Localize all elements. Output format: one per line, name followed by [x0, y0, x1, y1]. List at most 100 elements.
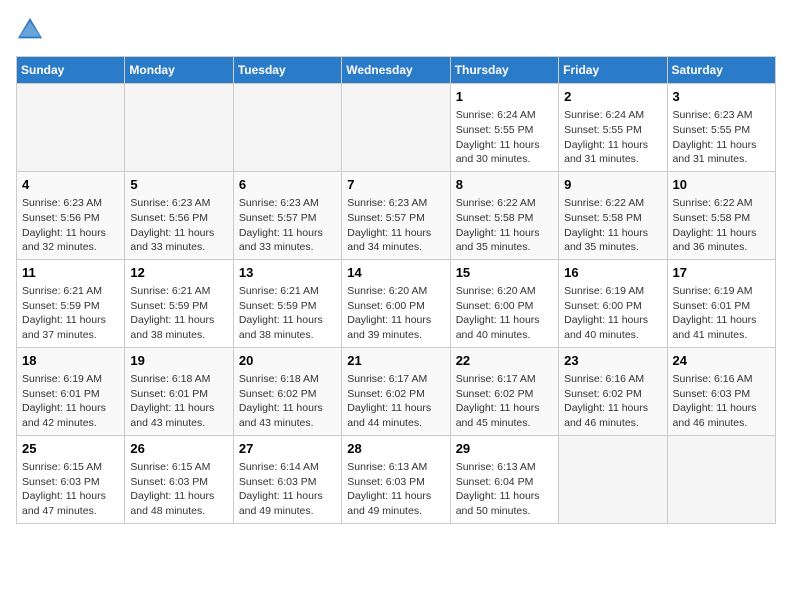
day-info: Sunrise: 6:19 AM Sunset: 6:01 PM Dayligh…	[673, 284, 770, 343]
day-info: Sunrise: 6:21 AM Sunset: 5:59 PM Dayligh…	[239, 284, 336, 343]
calendar-cell	[233, 84, 341, 172]
day-info: Sunrise: 6:22 AM Sunset: 5:58 PM Dayligh…	[564, 196, 661, 255]
weekday-header-saturday: Saturday	[667, 57, 775, 84]
weekday-header-thursday: Thursday	[450, 57, 558, 84]
day-info: Sunrise: 6:24 AM Sunset: 5:55 PM Dayligh…	[564, 108, 661, 167]
day-info: Sunrise: 6:22 AM Sunset: 5:58 PM Dayligh…	[456, 196, 553, 255]
day-number: 17	[673, 264, 770, 282]
calendar-cell: 27 Sunrise: 6:14 AM Sunset: 6:03 PM Dayli…	[233, 435, 341, 523]
calendar-cell: 6 Sunrise: 6:23 AM Sunset: 5:57 PM Daylig…	[233, 171, 341, 259]
day-info: Sunrise: 6:15 AM Sunset: 6:03 PM Dayligh…	[22, 460, 119, 519]
calendar-cell	[125, 84, 233, 172]
weekday-header-friday: Friday	[559, 57, 667, 84]
day-number: 14	[347, 264, 444, 282]
day-info: Sunrise: 6:18 AM Sunset: 6:02 PM Dayligh…	[239, 372, 336, 431]
calendar-cell: 19 Sunrise: 6:18 AM Sunset: 6:01 PM Dayli…	[125, 347, 233, 435]
day-number: 9	[564, 176, 661, 194]
day-info: Sunrise: 6:14 AM Sunset: 6:03 PM Dayligh…	[239, 460, 336, 519]
calendar-cell: 18 Sunrise: 6:19 AM Sunset: 6:01 PM Dayli…	[17, 347, 125, 435]
calendar-cell	[17, 84, 125, 172]
calendar-cell: 15 Sunrise: 6:20 AM Sunset: 6:00 PM Dayli…	[450, 259, 558, 347]
day-info: Sunrise: 6:13 AM Sunset: 6:04 PM Dayligh…	[456, 460, 553, 519]
calendar-cell: 13 Sunrise: 6:21 AM Sunset: 5:59 PM Dayli…	[233, 259, 341, 347]
day-number: 24	[673, 352, 770, 370]
calendar-cell: 20 Sunrise: 6:18 AM Sunset: 6:02 PM Dayli…	[233, 347, 341, 435]
calendar-cell: 7 Sunrise: 6:23 AM Sunset: 5:57 PM Daylig…	[342, 171, 450, 259]
day-info: Sunrise: 6:22 AM Sunset: 5:58 PM Dayligh…	[673, 196, 770, 255]
calendar-cell: 17 Sunrise: 6:19 AM Sunset: 6:01 PM Dayli…	[667, 259, 775, 347]
day-number: 20	[239, 352, 336, 370]
calendar-row: 4 Sunrise: 6:23 AM Sunset: 5:56 PM Daylig…	[17, 171, 776, 259]
calendar-cell: 8 Sunrise: 6:22 AM Sunset: 5:58 PM Daylig…	[450, 171, 558, 259]
calendar-cell: 4 Sunrise: 6:23 AM Sunset: 5:56 PM Daylig…	[17, 171, 125, 259]
day-number: 26	[130, 440, 227, 458]
weekday-header-monday: Monday	[125, 57, 233, 84]
day-number: 3	[673, 88, 770, 106]
day-number: 4	[22, 176, 119, 194]
calendar-cell: 12 Sunrise: 6:21 AM Sunset: 5:59 PM Dayli…	[125, 259, 233, 347]
day-info: Sunrise: 6:21 AM Sunset: 5:59 PM Dayligh…	[22, 284, 119, 343]
weekday-header-row: SundayMondayTuesdayWednesdayThursdayFrid…	[17, 57, 776, 84]
day-number: 13	[239, 264, 336, 282]
calendar-row: 18 Sunrise: 6:19 AM Sunset: 6:01 PM Dayli…	[17, 347, 776, 435]
logo-icon	[16, 16, 44, 44]
day-number: 11	[22, 264, 119, 282]
calendar-cell: 22Sunrise: 6:17 AM Sunset: 6:02 PM Dayli…	[450, 347, 558, 435]
calendar-row: 25Sunrise: 6:15 AM Sunset: 6:03 PM Dayli…	[17, 435, 776, 523]
day-info: Sunrise: 6:21 AM Sunset: 5:59 PM Dayligh…	[130, 284, 227, 343]
day-number: 18	[22, 352, 119, 370]
calendar-cell: 1Sunrise: 6:24 AM Sunset: 5:55 PM Daylig…	[450, 84, 558, 172]
calendar-cell: 2 Sunrise: 6:24 AM Sunset: 5:55 PM Daylig…	[559, 84, 667, 172]
day-number: 8	[456, 176, 553, 194]
day-number: 23	[564, 352, 661, 370]
calendar-cell: 23 Sunrise: 6:16 AM Sunset: 6:02 PM Dayli…	[559, 347, 667, 435]
day-number: 7	[347, 176, 444, 194]
day-info: Sunrise: 6:16 AM Sunset: 6:03 PM Dayligh…	[673, 372, 770, 431]
logo	[16, 16, 48, 44]
day-number: 6	[239, 176, 336, 194]
day-info: Sunrise: 6:20 AM Sunset: 6:00 PM Dayligh…	[456, 284, 553, 343]
calendar-cell: 14 Sunrise: 6:20 AM Sunset: 6:00 PM Dayli…	[342, 259, 450, 347]
day-info: Sunrise: 6:17 AM Sunset: 6:02 PM Dayligh…	[347, 372, 444, 431]
calendar-cell	[559, 435, 667, 523]
calendar-cell: 29 Sunrise: 6:13 AM Sunset: 6:04 PM Dayli…	[450, 435, 558, 523]
day-number: 12	[130, 264, 227, 282]
calendar-cell	[342, 84, 450, 172]
calendar-cell: 26Sunrise: 6:15 AM Sunset: 6:03 PM Dayli…	[125, 435, 233, 523]
calendar-cell: 16Sunrise: 6:19 AM Sunset: 6:00 PM Dayli…	[559, 259, 667, 347]
day-info: Sunrise: 6:17 AM Sunset: 6:02 PM Dayligh…	[456, 372, 553, 431]
weekday-header-sunday: Sunday	[17, 57, 125, 84]
day-number: 5	[130, 176, 227, 194]
calendar-row: 11 Sunrise: 6:21 AM Sunset: 5:59 PM Dayli…	[17, 259, 776, 347]
day-number: 21	[347, 352, 444, 370]
calendar-row: 1Sunrise: 6:24 AM Sunset: 5:55 PM Daylig…	[17, 84, 776, 172]
calendar-cell: 10Sunrise: 6:22 AM Sunset: 5:58 PM Dayli…	[667, 171, 775, 259]
weekday-header-tuesday: Tuesday	[233, 57, 341, 84]
day-info: Sunrise: 6:23 AM Sunset: 5:56 PM Dayligh…	[22, 196, 119, 255]
day-info: Sunrise: 6:23 AM Sunset: 5:57 PM Dayligh…	[239, 196, 336, 255]
calendar-cell: 24 Sunrise: 6:16 AM Sunset: 6:03 PM Dayli…	[667, 347, 775, 435]
day-number: 19	[130, 352, 227, 370]
day-info: Sunrise: 6:19 AM Sunset: 6:01 PM Dayligh…	[22, 372, 119, 431]
calendar-cell: 21 Sunrise: 6:17 AM Sunset: 6:02 PM Dayli…	[342, 347, 450, 435]
day-number: 27	[239, 440, 336, 458]
day-info: Sunrise: 6:20 AM Sunset: 6:00 PM Dayligh…	[347, 284, 444, 343]
calendar-cell: 9 Sunrise: 6:22 AM Sunset: 5:58 PM Daylig…	[559, 171, 667, 259]
calendar-body: 1Sunrise: 6:24 AM Sunset: 5:55 PM Daylig…	[17, 84, 776, 524]
calendar-table: SundayMondayTuesdayWednesdayThursdayFrid…	[16, 56, 776, 524]
page-header	[16, 16, 776, 44]
calendar-cell: 28Sunrise: 6:13 AM Sunset: 6:03 PM Dayli…	[342, 435, 450, 523]
day-number: 29	[456, 440, 553, 458]
calendar-cell: 3Sunrise: 6:23 AM Sunset: 5:55 PM Daylig…	[667, 84, 775, 172]
day-info: Sunrise: 6:24 AM Sunset: 5:55 PM Dayligh…	[456, 108, 553, 167]
calendar-cell: 11 Sunrise: 6:21 AM Sunset: 5:59 PM Dayli…	[17, 259, 125, 347]
day-info: Sunrise: 6:16 AM Sunset: 6:02 PM Dayligh…	[564, 372, 661, 431]
weekday-header-wednesday: Wednesday	[342, 57, 450, 84]
calendar-cell: 5Sunrise: 6:23 AM Sunset: 5:56 PM Daylig…	[125, 171, 233, 259]
day-number: 2	[564, 88, 661, 106]
day-info: Sunrise: 6:18 AM Sunset: 6:01 PM Dayligh…	[130, 372, 227, 431]
day-number: 15	[456, 264, 553, 282]
day-info: Sunrise: 6:13 AM Sunset: 6:03 PM Dayligh…	[347, 460, 444, 519]
calendar-cell: 25Sunrise: 6:15 AM Sunset: 6:03 PM Dayli…	[17, 435, 125, 523]
day-info: Sunrise: 6:23 AM Sunset: 5:57 PM Dayligh…	[347, 196, 444, 255]
